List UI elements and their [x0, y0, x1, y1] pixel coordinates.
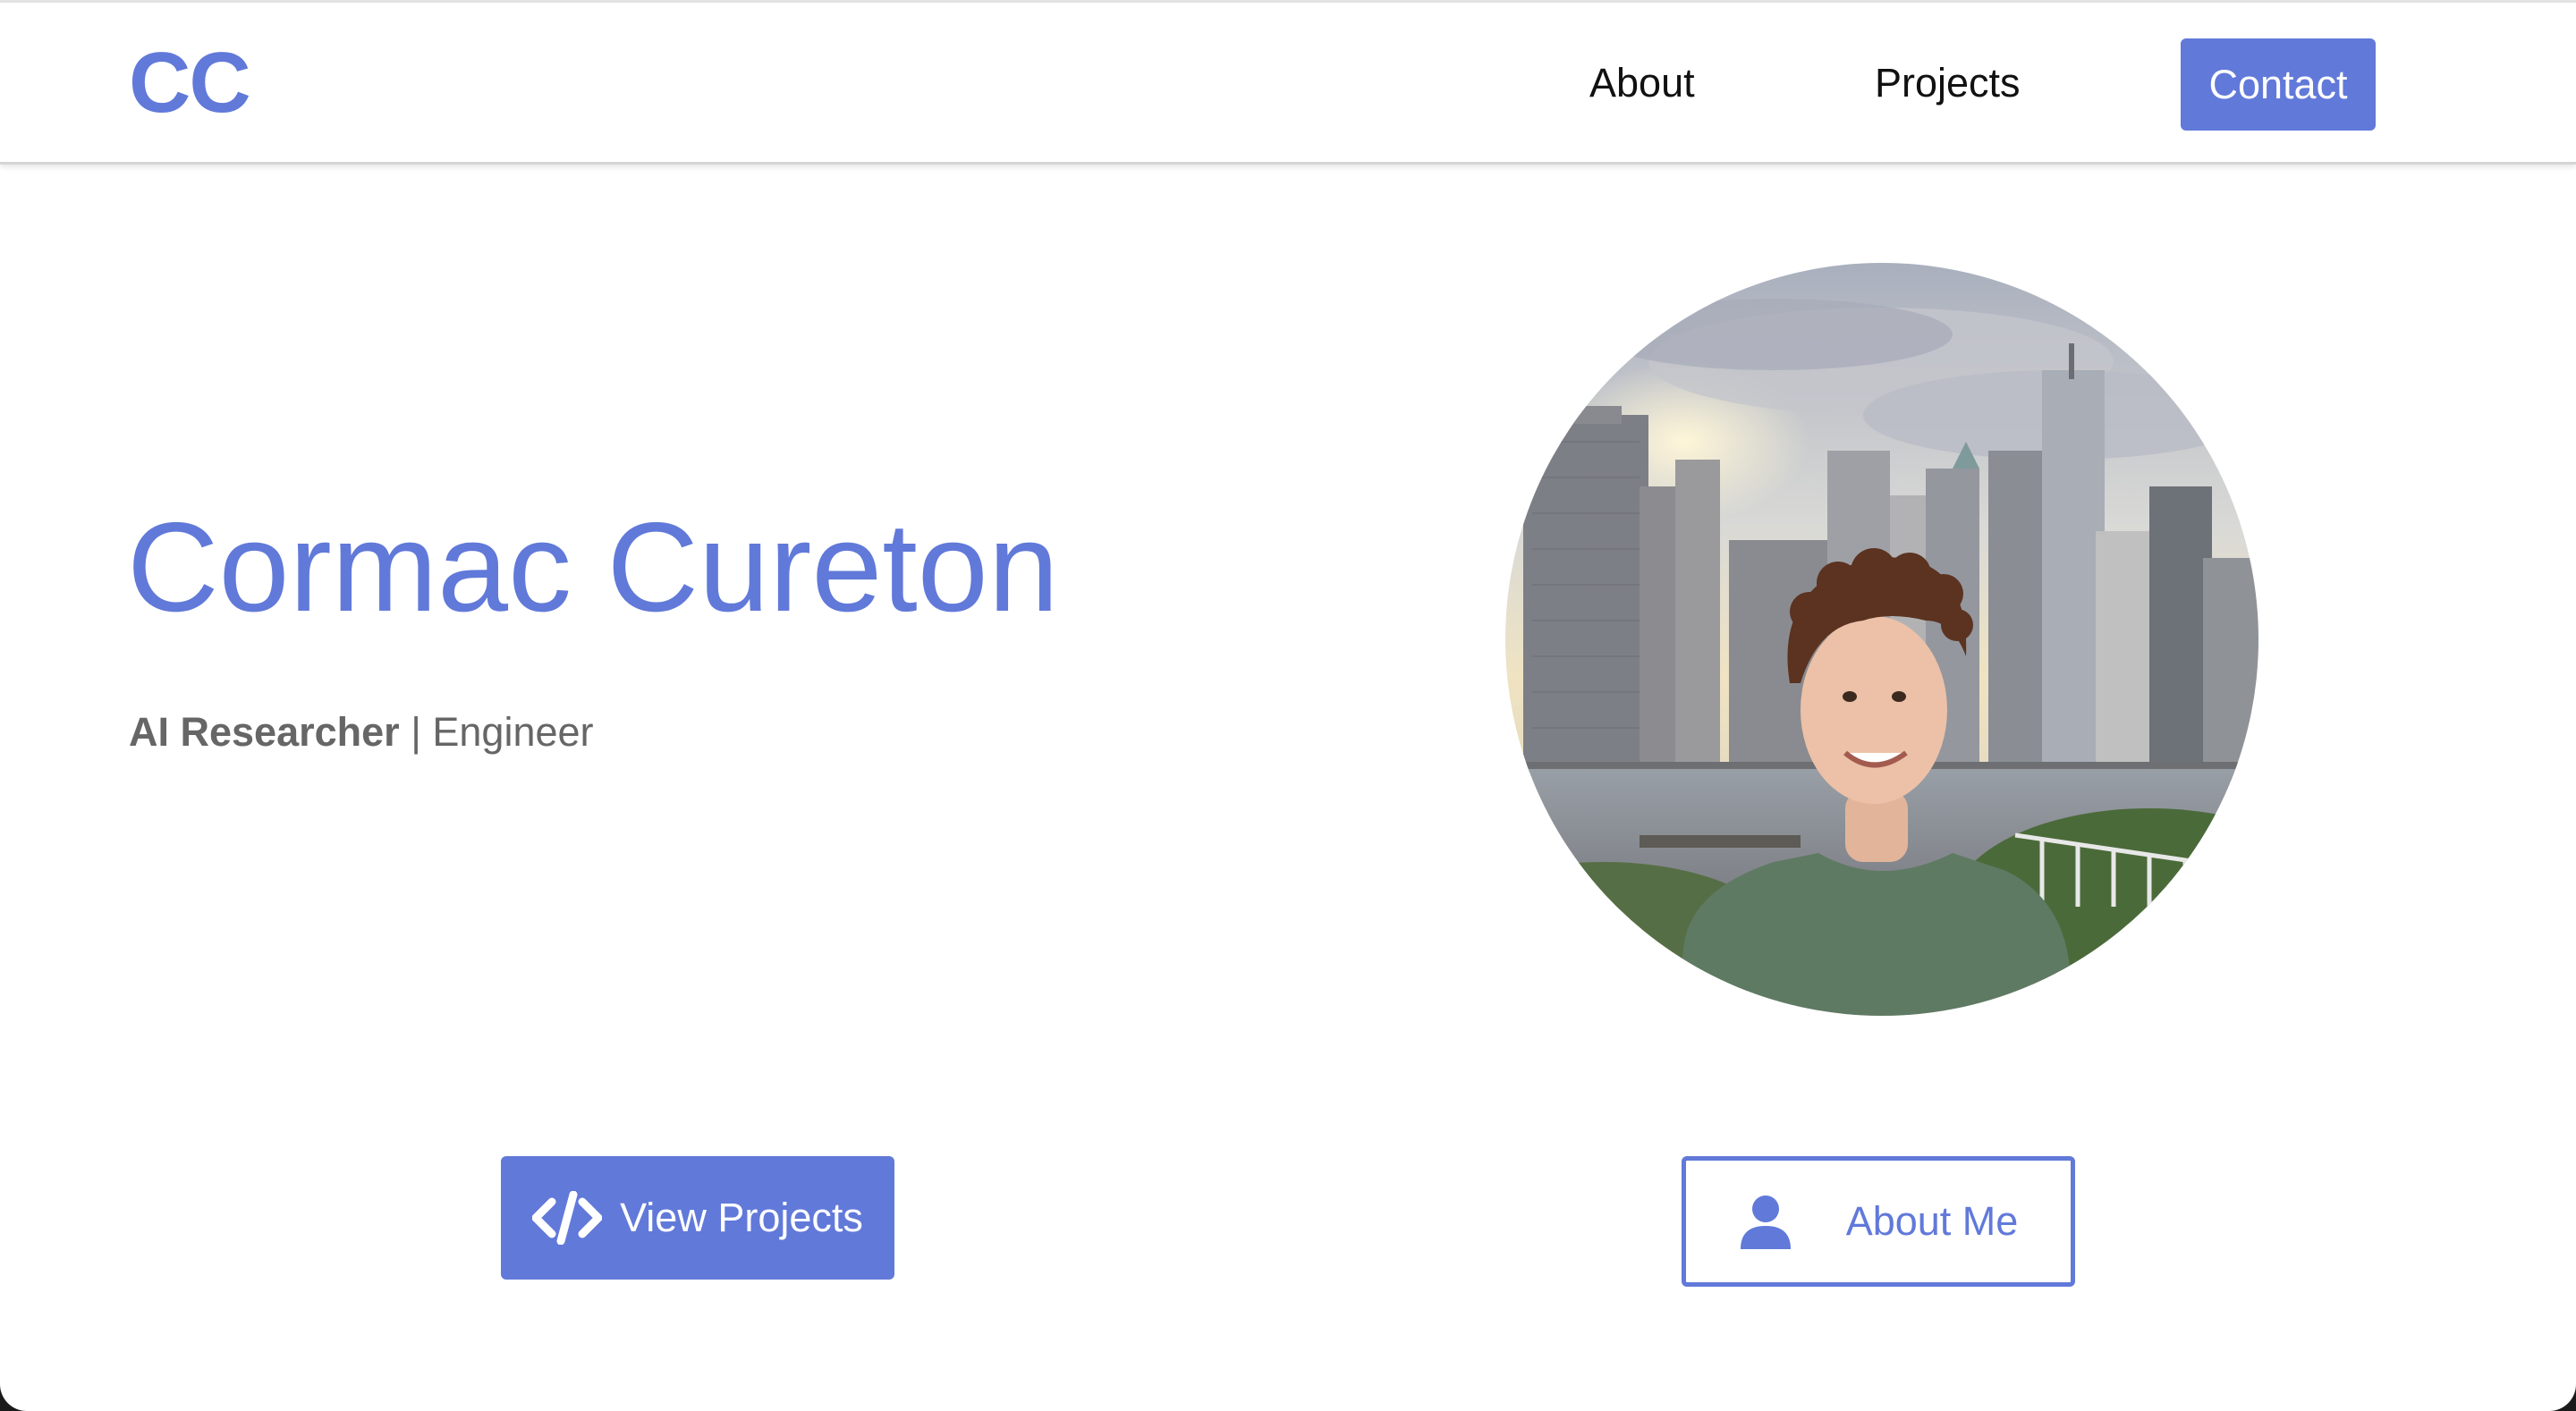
about-me-label: About Me: [1845, 1198, 2019, 1244]
hero-name: Cormac Cureton: [127, 496, 1059, 638]
about-me-button[interactable]: About Me: [1682, 1156, 2075, 1287]
nav-about-link[interactable]: About: [1589, 56, 1695, 110]
code-icon: [532, 1191, 603, 1245]
nav-contact-button[interactable]: Contact: [2181, 38, 2376, 131]
page: CC About Projects Contact Cormac Cureton…: [0, 0, 2576, 1411]
profile-photo-illustration: [1505, 263, 2258, 1016]
hero-separator: |: [399, 709, 433, 755]
window-corner-right: [2522, 1357, 2576, 1411]
window-corner-left: [0, 1357, 54, 1411]
site-header: CC About Projects Contact: [0, 3, 2576, 165]
user-icon: [1739, 1194, 1792, 1249]
site-logo[interactable]: CC: [129, 38, 251, 128]
profile-photo: [1505, 263, 2258, 1016]
nav-projects-link[interactable]: Projects: [1875, 56, 2021, 110]
view-projects-label: View Projects: [620, 1195, 863, 1240]
hero-tagline: AI Researcher | Engineer: [129, 706, 594, 759]
view-projects-button[interactable]: View Projects: [501, 1156, 894, 1280]
hero-role: AI Researcher: [129, 709, 400, 755]
hero-subrole: Engineer: [432, 709, 594, 755]
